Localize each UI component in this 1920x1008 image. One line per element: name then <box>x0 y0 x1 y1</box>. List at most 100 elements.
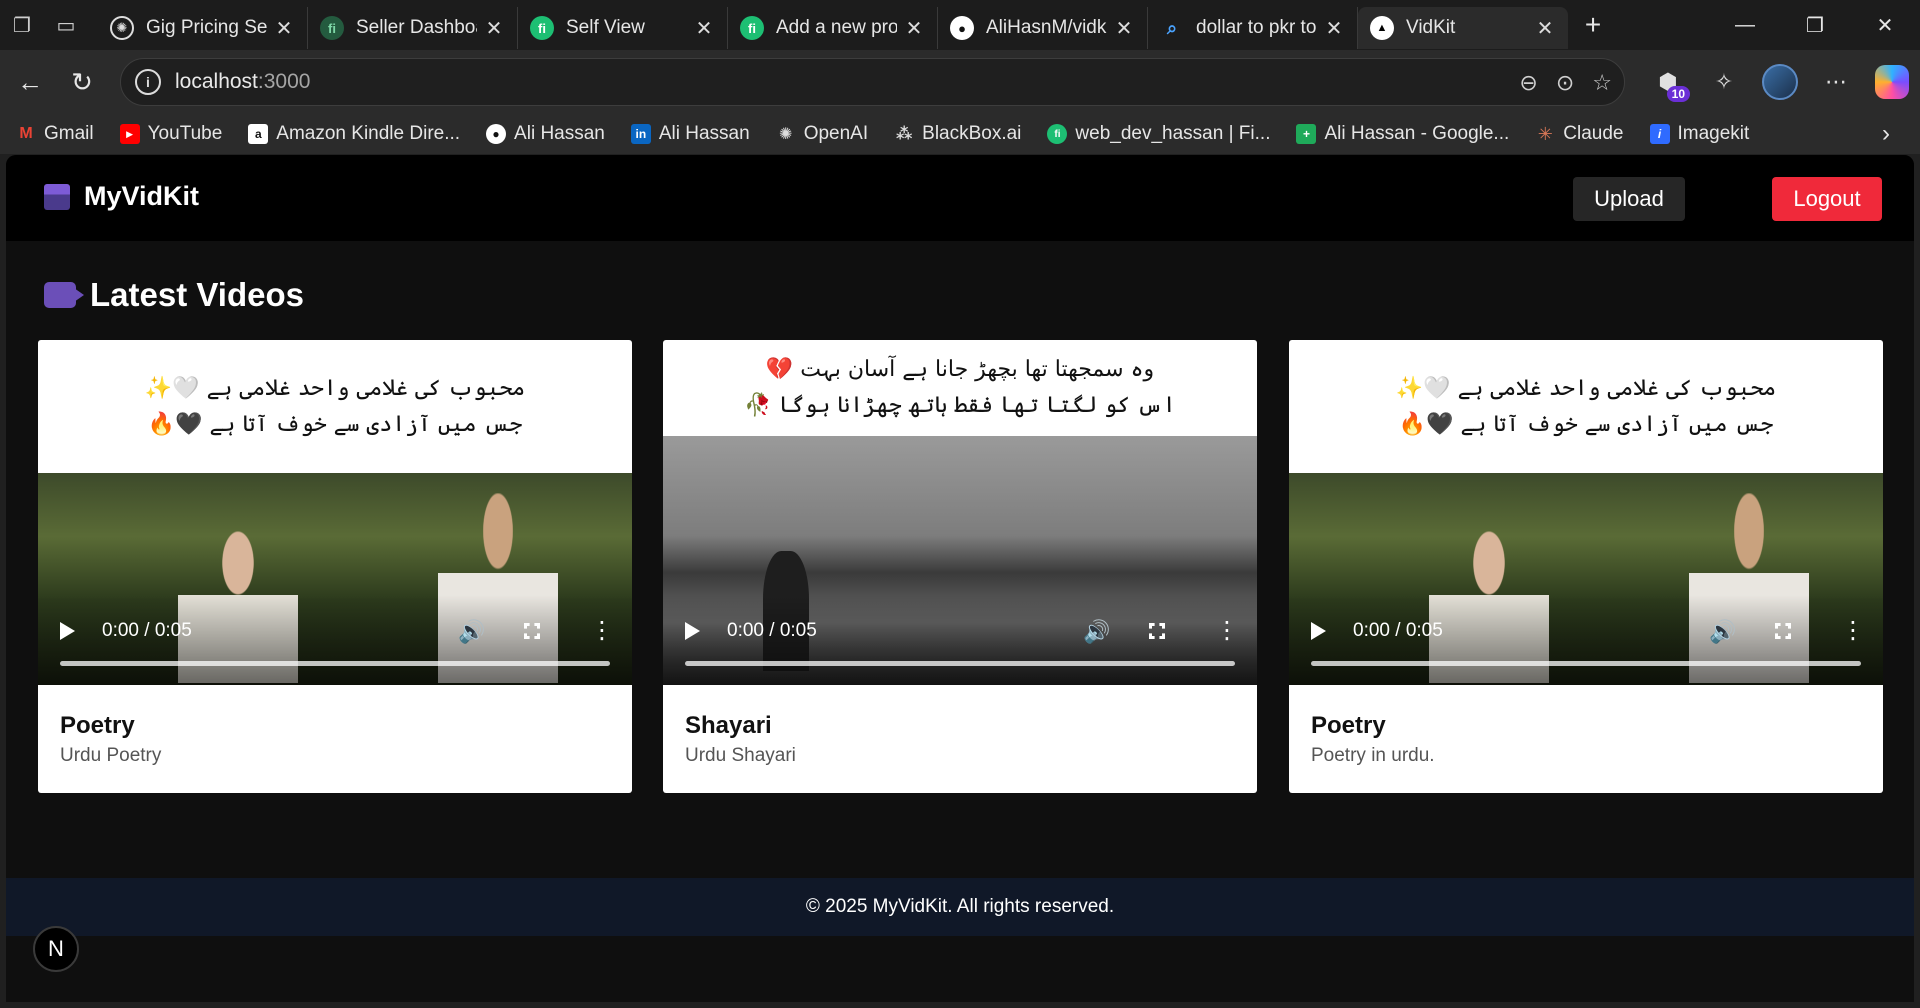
more-options-icon[interactable]: ⋮ <box>1215 619 1239 643</box>
caption-line: اس کو لگتا تھا فقط ہاتھ چھڑانا ہوگا 🥀 <box>744 393 1176 418</box>
profile-avatar[interactable] <box>1752 50 1808 114</box>
extensions-puzzle-icon[interactable]: ✧ <box>1696 50 1752 114</box>
caption-line: محبوب کی غلامی واحد غلامی ہے 🤍✨ <box>144 375 526 401</box>
vertical-tabs-icon[interactable]: ▭ <box>44 0 88 50</box>
tab-github-repo[interactable]: ● AliHasnM/vidk ✕ <box>938 7 1148 49</box>
address-bar[interactable]: i localhost:3000 ⊖ ⊙ ☆ <box>120 58 1625 106</box>
section-heading: Latest Videos <box>44 276 304 314</box>
play-icon[interactable] <box>1311 622 1326 640</box>
video-player[interactable]: محبوب کی غلامی واحد غلامی ہے 🤍✨ جس میں آ… <box>1289 340 1883 685</box>
bookmark-blackbox[interactable]: ⁂ BlackBox.ai <box>894 123 1021 145</box>
nextjs-dev-badge[interactable]: N <box>33 926 79 972</box>
tab-dollar-to-pkr[interactable]: ⌕ dollar to pkr to ✕ <box>1148 7 1358 49</box>
close-tab-icon[interactable]: ✕ <box>1323 16 1345 41</box>
volume-icon[interactable]: 🔊 <box>458 619 485 645</box>
address-bar-actions: ⊖ ⊙ ☆ <box>1519 59 1612 107</box>
copilot-icon[interactable] <box>1864 50 1920 114</box>
video-controls: 0:00 / 0:05 🔊 ⋮ <box>663 595 1257 685</box>
upload-button[interactable]: Upload <box>1573 177 1685 221</box>
tab-gig-pricing[interactable]: ✺ Gig Pricing Set ✕ <box>98 7 308 49</box>
imagekit-icon: i <box>1649 124 1670 144</box>
close-tab-icon[interactable]: ✕ <box>1113 16 1135 41</box>
blackbox-icon: ⁂ <box>895 126 913 143</box>
back-icon[interactable]: ← <box>4 56 56 108</box>
close-tab-icon[interactable]: ✕ <box>1534 16 1556 41</box>
minimize-icon[interactable]: — <box>1710 0 1780 50</box>
favorite-star-icon[interactable]: ☆ <box>1592 70 1612 96</box>
video-card: محبوب کی غلامی واحد غلامی ہے 🤍✨ جس میں آ… <box>1289 340 1883 793</box>
site-info-icon[interactable]: i <box>135 69 161 95</box>
restore-icon[interactable]: ❐ <box>1780 0 1850 50</box>
extension-badge: 10 <box>1666 86 1690 102</box>
close-tab-icon[interactable]: ✕ <box>693 16 715 41</box>
tab-self-view[interactable]: fi Self View ✕ <box>518 7 728 49</box>
caption-line: محبوب کی غلامی واحد غلامی ہے 🤍✨ <box>1395 375 1777 401</box>
video-player[interactable]: وہ سمجھتا تھا بچھڑ جانا ہے آسان بہت 💔 اس… <box>663 340 1257 685</box>
play-icon[interactable] <box>685 622 700 640</box>
page-viewport: MyVidKit Upload Logout Latest Videos محب… <box>6 155 1914 1002</box>
footer-copyright: © 2025 MyVidKit. All rights reserved. <box>805 896 1115 917</box>
url-text: localhost:3000 <box>175 70 311 93</box>
browser-toolbar: ← ↻ i localhost:3000 ⊖ ⊙ ☆ ⬢ 10 ✧ ⋯ <box>0 50 1920 114</box>
bookmark-gmail[interactable]: M Gmail <box>16 123 93 145</box>
amazon-icon: a <box>248 124 269 144</box>
bookmarks-overflow-icon[interactable]: › <box>1882 114 1890 154</box>
more-tools-icon[interactable]: ⊙ <box>1556 70 1574 96</box>
bookmark-imagekit[interactable]: i Imagekit <box>1649 123 1749 145</box>
video-progress-bar[interactable] <box>60 661 610 666</box>
more-options-icon[interactable]: ⋮ <box>590 619 614 643</box>
tab-vidkit[interactable]: ▲ VidKit ✕ <box>1358 7 1568 49</box>
video-title: Shayari <box>685 712 772 739</box>
more-options-icon[interactable]: ⋮ <box>1841 619 1865 643</box>
workspaces-icon[interactable]: ❐ <box>0 0 44 50</box>
caption-line: وہ سمجھتا تھا بچھڑ جانا ہے آسان بہت 💔 <box>765 357 1155 382</box>
tab-title: AliHasnM/vidk <box>986 17 1107 38</box>
site-header: MyVidKit Upload Logout <box>6 155 1914 241</box>
video-title: Poetry <box>1311 712 1386 739</box>
bookmarks-bar: M Gmail ▶ YouTube a Amazon Kindle Dire... ●… <box>0 114 1920 154</box>
bookmark-claude[interactable]: ✳ Claude <box>1535 123 1624 145</box>
tab-seller-dashboard[interactable]: fi Seller Dashboa ✕ <box>308 7 518 49</box>
reload-icon[interactable]: ↻ <box>56 56 108 108</box>
bookmark-linkedin[interactable]: in Ali Hassan <box>630 123 750 145</box>
claude-icon: ✳ <box>1537 123 1553 144</box>
settings-more-icon[interactable]: ⋯ <box>1808 50 1864 114</box>
video-description: Poetry in urdu. <box>1311 745 1435 766</box>
fullscreen-icon[interactable] <box>524 623 540 639</box>
tab-title: dollar to pkr to <box>1196 17 1317 38</box>
play-icon[interactable] <box>60 622 75 640</box>
bookmark-youtube[interactable]: ▶ YouTube <box>119 123 222 145</box>
close-tab-icon[interactable]: ✕ <box>903 16 925 41</box>
volume-icon[interactable]: 🔊 <box>1083 619 1110 645</box>
logout-button[interactable]: Logout <box>1772 177 1882 221</box>
vercel-icon: ▲ <box>1370 16 1394 40</box>
volume-icon[interactable]: 🔊 <box>1709 619 1736 645</box>
video-controls: 0:00 / 0:05 🔊 ⋮ <box>1289 595 1883 685</box>
brand-logo[interactable]: MyVidKit <box>44 181 199 212</box>
google-sheets-icon: + <box>1296 124 1317 144</box>
brand-name: MyVidKit <box>84 181 200 211</box>
bookmark-google-sheets[interactable]: + Ali Hassan - Google... <box>1296 123 1509 145</box>
video-player[interactable]: محبوب کی غلامی واحد غلامی ہے 🤍✨ جس میں آ… <box>38 340 632 685</box>
extension-icon[interactable]: ⬢ 10 <box>1640 50 1696 114</box>
site-footer: © 2025 MyVidKit. All rights reserved. <box>6 878 1914 936</box>
zoom-out-icon[interactable]: ⊖ <box>1519 70 1537 96</box>
openai-icon: ✺ <box>779 126 793 143</box>
tab-add-new-product[interactable]: fi Add a new pro ✕ <box>728 7 938 49</box>
fullscreen-icon[interactable] <box>1775 623 1791 639</box>
close-tab-icon[interactable]: ✕ <box>273 16 295 41</box>
video-card: وہ سمجھتا تھا بچھڑ جانا ہے آسان بہت 💔 اس… <box>663 340 1257 793</box>
video-caption-overlay: محبوب کی غلامی واحد غلامی ہے 🤍✨ جس میں آ… <box>38 340 632 473</box>
video-progress-bar[interactable] <box>685 661 1235 666</box>
bookmark-amazon-kindle[interactable]: a Amazon Kindle Dire... <box>248 123 460 145</box>
video-title: Poetry <box>60 712 135 739</box>
new-tab-button[interactable]: + <box>1568 9 1618 41</box>
video-progress-bar[interactable] <box>1311 661 1861 666</box>
bookmark-fiverr[interactable]: fi web_dev_hassan | Fi... <box>1047 123 1270 145</box>
fullscreen-icon[interactable] <box>1149 623 1165 639</box>
bookmark-openai[interactable]: ✺ OpenAI <box>776 123 868 145</box>
tab-title: Add a new pro <box>776 17 897 38</box>
close-window-icon[interactable]: ✕ <box>1850 0 1920 50</box>
bookmark-github[interactable]: ● Ali Hassan <box>486 123 605 145</box>
close-tab-icon[interactable]: ✕ <box>483 16 505 41</box>
